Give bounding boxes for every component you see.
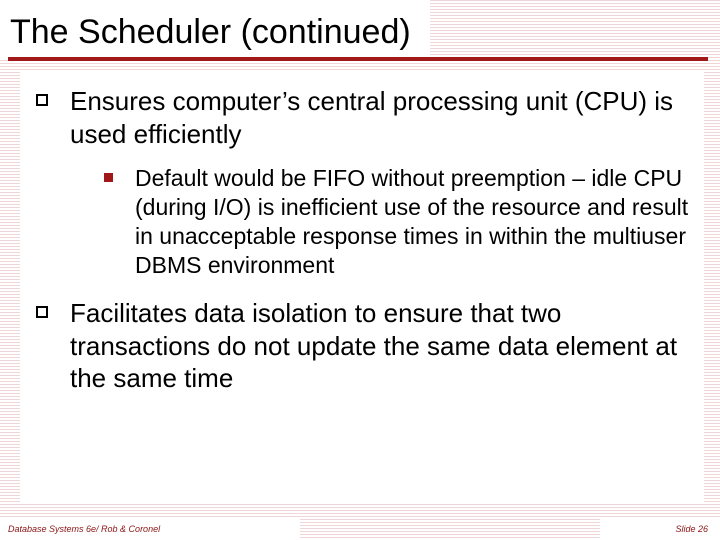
list-item-text: Facilitates data isolation to ensure tha… xyxy=(70,297,694,395)
list-item-text: Ensures computer’s central processing un… xyxy=(70,85,694,150)
slide-body: Ensures computer’s central processing un… xyxy=(8,61,704,395)
list-item: Facilitates data isolation to ensure tha… xyxy=(36,297,694,395)
footer-source: Database Systems 6e/ Rob & Coronel xyxy=(8,524,160,534)
list-item-text: Default would be FIFO without preemption… xyxy=(135,164,694,279)
square-bullet-icon xyxy=(36,94,48,106)
footer-slide-number: Slide 26 xyxy=(675,524,708,534)
square-bullet-icon xyxy=(36,306,48,318)
slide-title: The Scheduler (continued) xyxy=(8,8,704,55)
list-item: Default would be FIFO without preemption… xyxy=(104,164,694,279)
list-item: Ensures computer’s central processing un… xyxy=(36,85,694,150)
filled-square-bullet-icon xyxy=(104,173,113,182)
